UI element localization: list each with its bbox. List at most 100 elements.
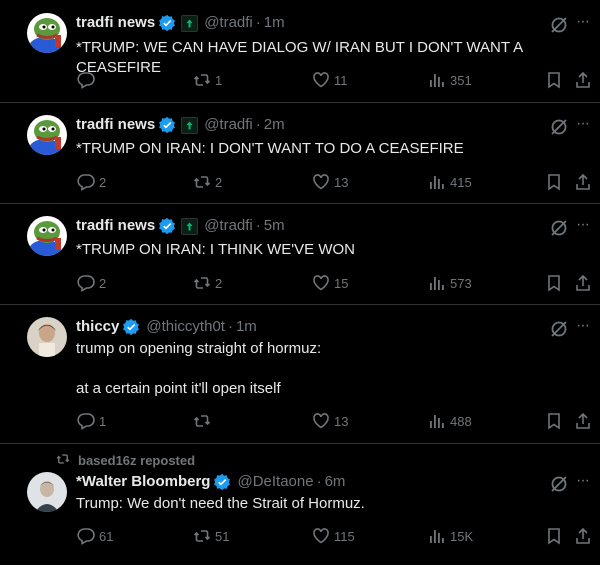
repost-button[interactable] (193, 411, 215, 431)
verified-badge-icon (158, 217, 176, 235)
repost-icon (193, 71, 211, 89)
avatar[interactable] (27, 317, 67, 357)
share-icon[interactable] (574, 526, 592, 546)
separator: · (255, 116, 261, 133)
reply-button[interactable]: 2 (77, 273, 106, 293)
like-icon (312, 274, 330, 292)
tweet[interactable]: thiccy @thiccyth0t · 1m ··· trump on ope… (0, 305, 600, 444)
grok-icon[interactable] (549, 117, 569, 137)
handle[interactable]: @tradfi (204, 13, 253, 33)
affiliate-badge-icon[interactable] (181, 116, 199, 134)
views-button[interactable]: 15K (428, 526, 473, 546)
bookmark-icon[interactable] (545, 70, 563, 90)
grok-icon[interactable] (549, 319, 569, 339)
handle[interactable]: @tradfi (204, 115, 253, 135)
like-button[interactable]: 115 (312, 526, 355, 546)
repost-icon (193, 173, 211, 191)
avatar[interactable] (27, 13, 67, 53)
separator: · (227, 318, 233, 335)
tweet[interactable]: based16z reposted *Walter Bloomberg @DeI… (0, 444, 600, 565)
display-name[interactable]: *Walter Bloomberg (76, 472, 210, 492)
tweet[interactable]: tradfi news @tradfi · 5m ··· *TRUMP ON I… (0, 204, 600, 305)
tweet-text: trump on opening straight of hormuz: at … (76, 340, 322, 397)
more-icon[interactable]: ··· (576, 473, 594, 494)
views-button[interactable]: 415 (428, 172, 472, 192)
action-bar: 1 11 351 (0, 70, 600, 90)
reply-count: 61 (99, 528, 114, 544)
handle[interactable]: @tradfi (204, 216, 253, 236)
more-icon[interactable]: ··· (576, 217, 594, 238)
views-button[interactable]: 488 (428, 411, 472, 431)
views-button[interactable]: 573 (428, 273, 472, 293)
tweet-header: tradfi news @tradfi · 1m (76, 13, 285, 33)
affiliate-badge-icon[interactable] (181, 14, 199, 32)
affiliate-badge-icon[interactable] (181, 217, 199, 235)
more-icon[interactable]: ··· (576, 14, 594, 35)
views-button[interactable]: 351 (428, 70, 472, 90)
tweet-header: tradfi news @tradfi · 5m (76, 216, 285, 236)
grok-icon[interactable] (549, 218, 569, 238)
display-name[interactable]: tradfi news (76, 216, 155, 236)
reposted-by[interactable]: based16z reposted (78, 453, 195, 468)
avatar[interactable] (27, 115, 67, 155)
bookmark-icon[interactable] (545, 411, 563, 431)
repost-count: 51 (215, 528, 230, 544)
avatar[interactable] (27, 472, 67, 512)
repost-button[interactable]: 51 (193, 526, 229, 546)
repost-indicator[interactable]: based16z reposted (56, 452, 195, 468)
timestamp[interactable]: 5m (264, 216, 285, 236)
verified-badge-icon (122, 318, 140, 336)
reply-button[interactable]: 2 (77, 172, 106, 192)
display-name[interactable]: tradfi news (76, 13, 155, 33)
like-button[interactable]: 13 (312, 411, 348, 431)
like-icon (312, 71, 330, 89)
repost-icon (193, 412, 211, 430)
repost-button[interactable]: 2 (193, 172, 222, 192)
like-button[interactable]: 15 (312, 273, 348, 293)
like-button[interactable]: 11 (312, 70, 348, 90)
tweet-text: *TRUMP ON IRAN: I DON'T WANT TO DO A CEA… (76, 140, 464, 157)
reply-button[interactable]: 1 (77, 411, 106, 431)
repost-icon (193, 527, 211, 545)
bookmark-icon[interactable] (545, 273, 563, 293)
repost-button[interactable]: 1 (193, 70, 222, 90)
like-count: 13 (334, 413, 349, 429)
action-bar: 2 2 13 415 (0, 172, 600, 192)
handle[interactable]: @DeItaone (237, 472, 313, 492)
grok-icon[interactable] (549, 474, 569, 494)
share-icon[interactable] (574, 70, 592, 90)
share-icon[interactable] (574, 411, 592, 431)
timestamp[interactable]: 2m (264, 115, 285, 135)
share-icon[interactable] (574, 273, 592, 293)
timestamp[interactable]: 6m (325, 472, 346, 492)
bookmark-icon[interactable] (545, 526, 563, 546)
timestamp[interactable]: 1m (264, 13, 285, 33)
reply-button[interactable]: 61 (77, 526, 113, 546)
grok-icon[interactable] (549, 15, 569, 35)
like-count: 11 (334, 72, 348, 88)
separator: · (316, 473, 322, 490)
reply-icon (77, 71, 95, 89)
tweet-text: Trump: We don't need the Strait of Hormu… (76, 495, 365, 512)
like-button[interactable]: 13 (312, 172, 348, 192)
timestamp[interactable]: 1m (236, 317, 257, 337)
tweet-header: *Walter Bloomberg @DeItaone · 6m (76, 472, 345, 492)
handle[interactable]: @thiccyth0t (146, 317, 225, 337)
more-icon[interactable]: ··· (576, 116, 594, 137)
avatar[interactable] (27, 216, 67, 256)
bookmark-icon[interactable] (545, 172, 563, 192)
repost-button[interactable]: 2 (193, 273, 222, 293)
tweet[interactable]: tradfi news @tradfi · 1m ··· *TRUMP: WE … (0, 0, 600, 103)
more-icon[interactable]: ··· (576, 318, 594, 339)
display-name[interactable]: thiccy (76, 317, 119, 337)
reply-button[interactable] (77, 70, 99, 90)
like-icon (312, 173, 330, 191)
action-bar: 61 51 115 15K (0, 526, 600, 546)
tweet-text: *TRUMP ON IRAN: I THINK WE'VE WON (76, 241, 355, 258)
like-icon (312, 527, 330, 545)
share-icon[interactable] (574, 172, 592, 192)
views-icon (428, 527, 446, 545)
views-icon (428, 412, 446, 430)
display-name[interactable]: tradfi news (76, 115, 155, 135)
tweet[interactable]: tradfi news @tradfi · 2m ··· *TRUMP ON I… (0, 103, 600, 204)
